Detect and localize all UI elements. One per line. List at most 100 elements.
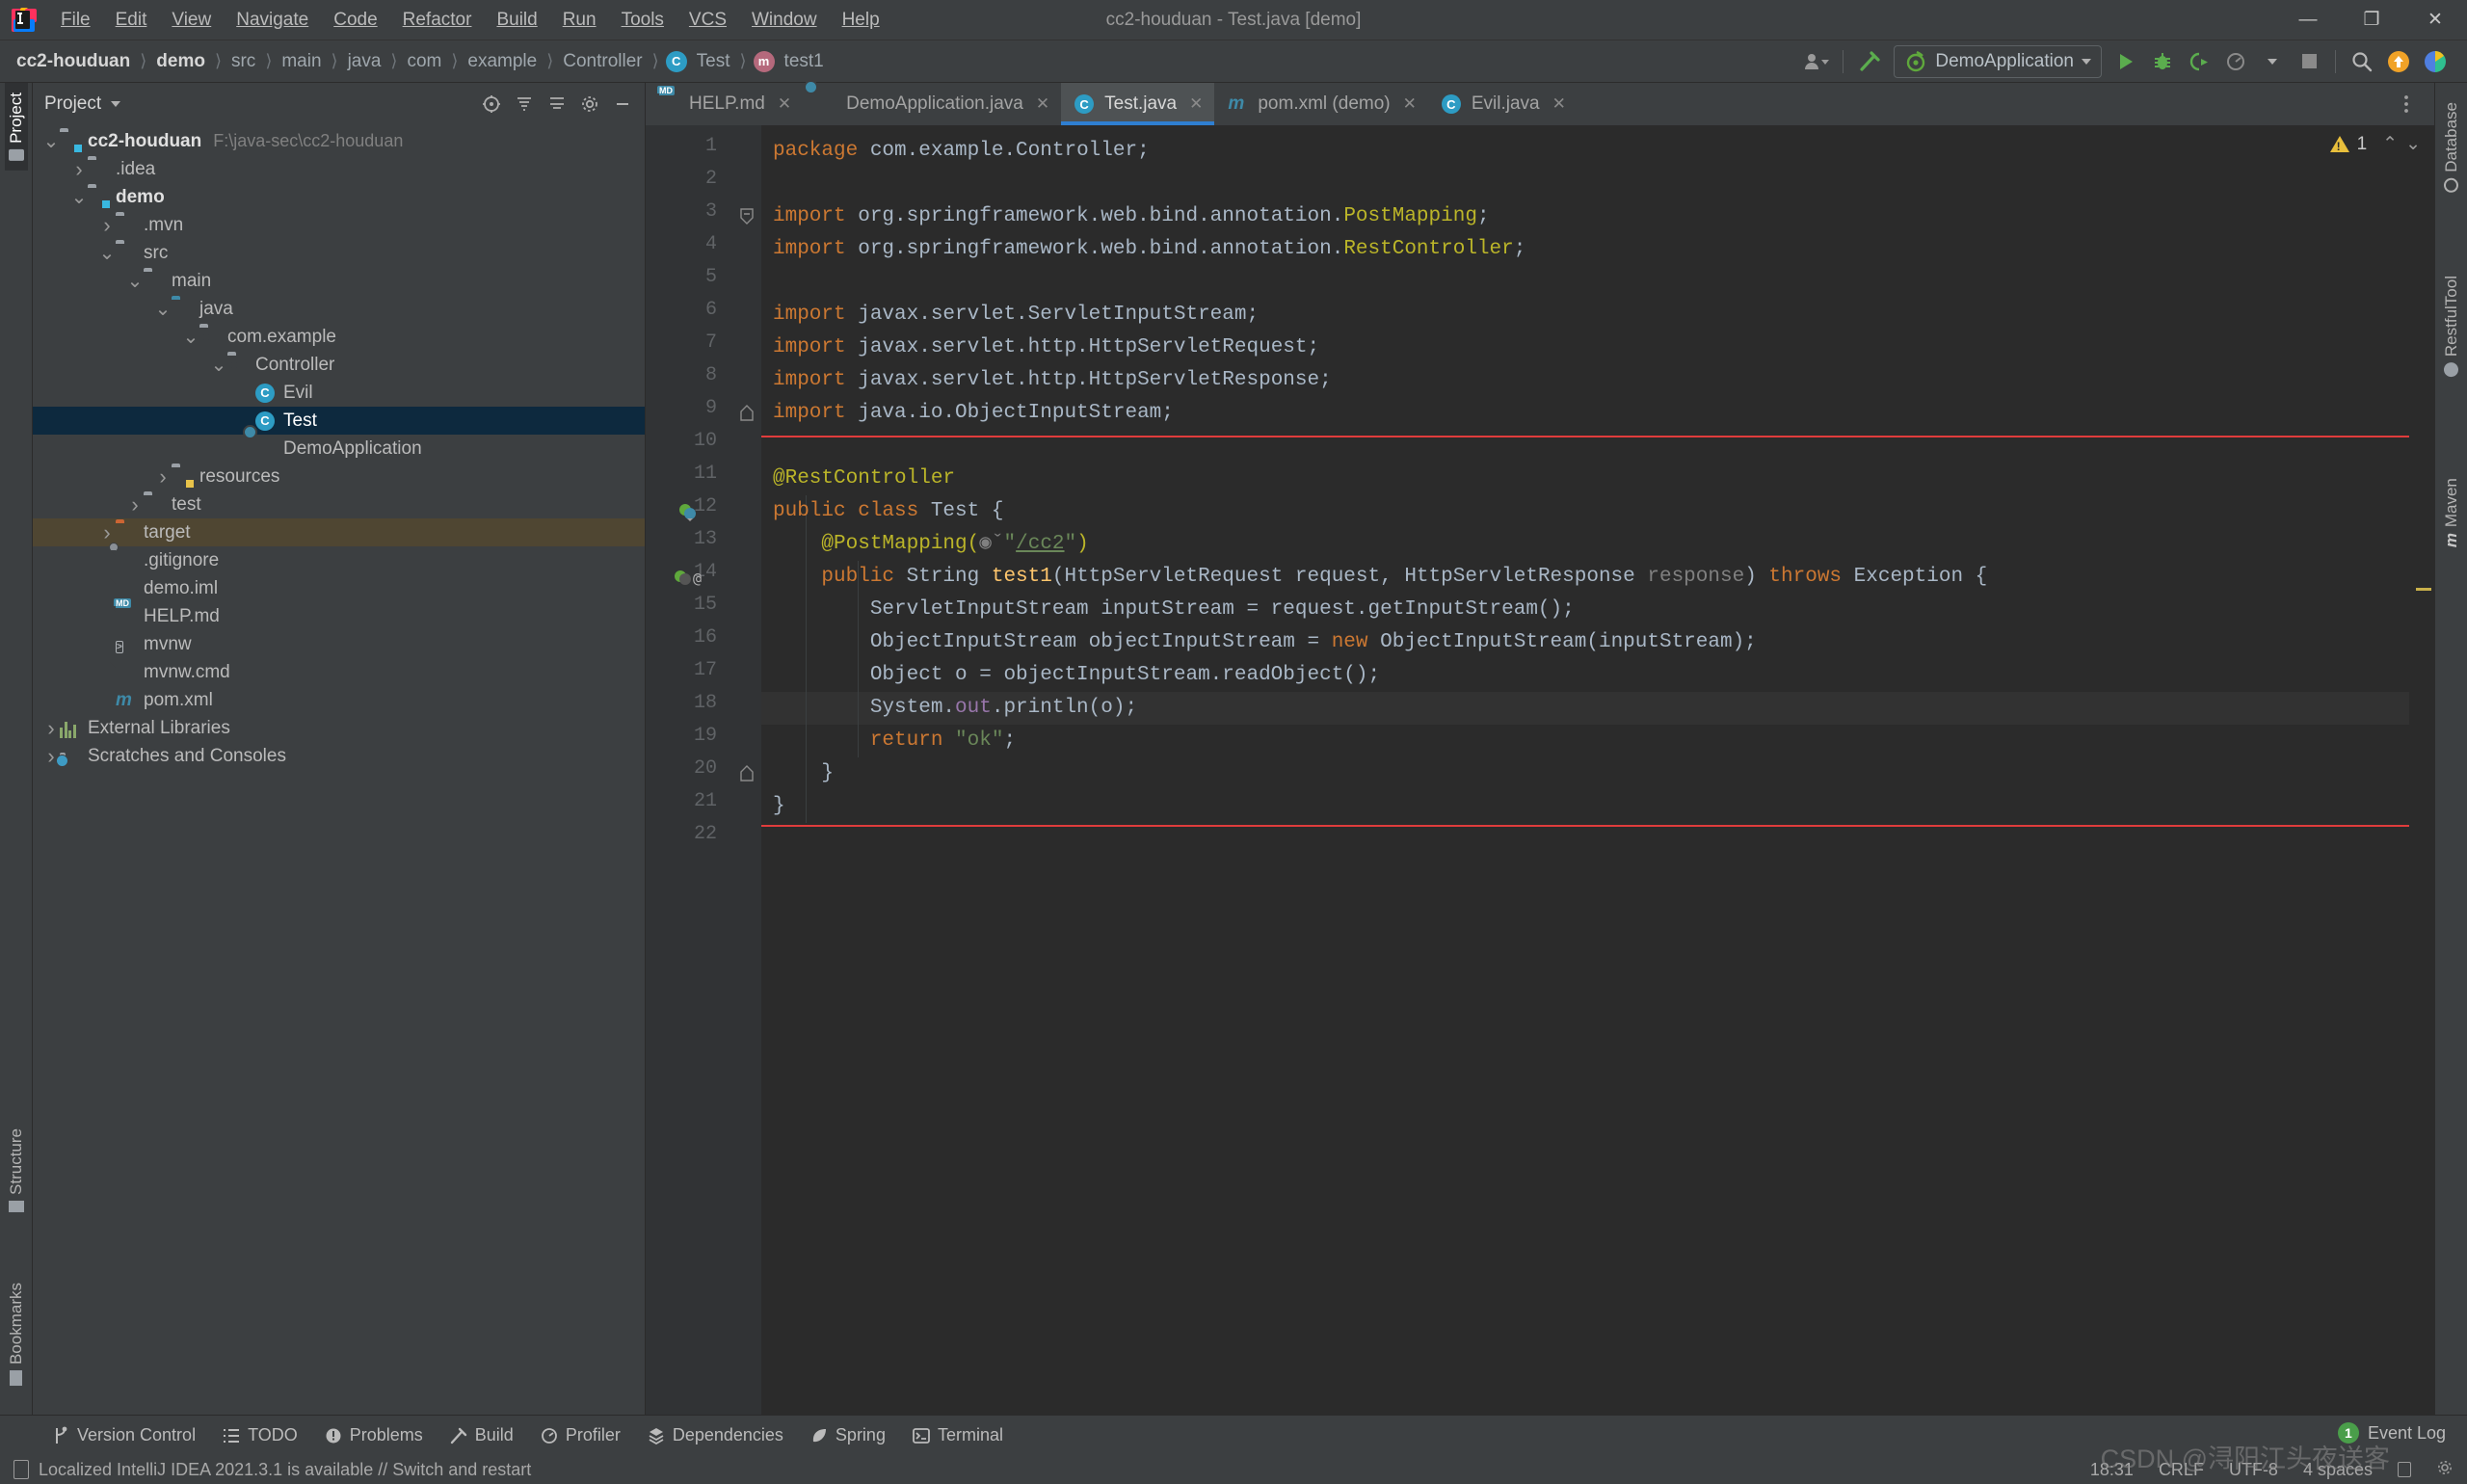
tree-node-test[interactable]: C Test xyxy=(33,407,645,435)
endpoint-icon[interactable]: @ xyxy=(673,568,705,592)
chevron-right-icon[interactable]: › xyxy=(98,213,116,238)
close-icon[interactable]: ✕ xyxy=(1189,94,1203,114)
settings-gear-icon[interactable] xyxy=(575,91,604,118)
status-line-separator[interactable]: CRLF xyxy=(2159,1460,2204,1480)
tree-node-help-md[interactable]: MD HELP.md xyxy=(33,597,645,630)
status-encoding[interactable]: UTF-8 xyxy=(2229,1460,2278,1480)
breadcrumb-item-controller[interactable]: Controller xyxy=(560,49,645,74)
sidebar-item-restfultool[interactable]: RestfulTool xyxy=(2440,266,2463,386)
code-line[interactable]: } xyxy=(773,757,834,790)
tree-node-controller[interactable]: ⌄ Controller xyxy=(33,351,645,379)
close-icon[interactable]: ✕ xyxy=(778,94,791,114)
chevron-right-icon[interactable]: › xyxy=(154,464,172,490)
tool-window-terminal[interactable]: Terminal xyxy=(899,1421,1017,1449)
tree-node-main[interactable]: ⌄ main xyxy=(33,267,645,295)
code-line[interactable]: @RestController xyxy=(773,463,955,495)
code-fold-icon[interactable] xyxy=(740,405,756,421)
tree-node-mvnw[interactable]: > mvnw xyxy=(33,630,645,658)
chevron-right-icon[interactable]: › xyxy=(70,157,88,182)
project-tree[interactable]: ⌄ cc2-houduan F:\java-sec\cc2-houduan › .ide… xyxy=(33,125,645,1415)
code-line[interactable]: public String test1(HttpServletRequest r… xyxy=(773,561,1987,594)
tree-node-mvnw-cmd[interactable]: mvnw.cmd xyxy=(33,658,645,686)
tree-node-cc2-houduan[interactable]: ⌄ cc2-houduan F:\java-sec\cc2-houduan xyxy=(33,127,645,155)
code-line[interactable]: System.out.println(o); xyxy=(773,692,1137,725)
spring-bean-icon[interactable] xyxy=(676,502,705,526)
breadcrumb-item-main[interactable]: main xyxy=(279,49,324,74)
inspection-status[interactable]: 1 ⌃ ⌄ xyxy=(2329,133,2421,155)
search-everywhere-icon[interactable] xyxy=(2344,45,2380,78)
chevron-down-icon[interactable]: ⌄ xyxy=(98,244,116,263)
sidebar-item-maven[interactable]: m Maven xyxy=(2440,468,2463,557)
tree-node-src[interactable]: ⌄ src xyxy=(33,239,645,267)
menu-build[interactable]: Build xyxy=(484,6,549,35)
editor-tab-help-md[interactable]: MD HELP.md ✕ xyxy=(646,83,803,125)
editor-tab-evil-java[interactable]: C Evil.java ✕ xyxy=(1428,83,1578,125)
tree-node-evil[interactable]: C Evil xyxy=(33,379,645,407)
code-line[interactable]: package com.example.Controller; xyxy=(773,135,1150,168)
menu-bar[interactable]: File Edit View Navigate Code Refactor Bu… xyxy=(48,6,892,35)
tree-node-pom-xml[interactable]: m pom.xml xyxy=(33,686,645,714)
chevron-down-icon[interactable] xyxy=(111,101,121,107)
menu-help[interactable]: Help xyxy=(830,6,892,35)
code-line[interactable]: import javax.servlet.http.HttpServletRes… xyxy=(773,364,1332,397)
tree-node-target[interactable]: › target xyxy=(33,518,645,546)
code-line[interactable]: @PostMapping(◉ˇ"/cc2") xyxy=(773,528,1088,561)
select-opened-file-icon[interactable] xyxy=(477,91,506,118)
sidebar-item-bookmarks[interactable]: Bookmarks xyxy=(5,1273,28,1395)
breadcrumb-item-demo[interactable]: demo xyxy=(153,49,208,74)
user-settings-icon[interactable] xyxy=(1798,45,1835,78)
chevron-right-icon[interactable]: › xyxy=(98,520,116,545)
profiler-icon[interactable] xyxy=(2217,45,2254,78)
editor-tab-bar[interactable]: MD HELP.md ✕ DemoApplication.java ✕ C Test.jav… xyxy=(646,83,2434,125)
maximize-button[interactable]: ❐ xyxy=(2340,0,2403,40)
code-line[interactable]: } xyxy=(773,790,785,823)
code-line[interactable]: import org.springframework.web.bind.anno… xyxy=(773,233,1525,266)
sidebar-item-structure[interactable]: Structure xyxy=(5,1119,28,1222)
code-line[interactable]: import javax.servlet.ServletInputStream; xyxy=(773,299,1259,331)
menu-run[interactable]: Run xyxy=(550,6,609,35)
code-line[interactable]: public class Test { xyxy=(773,495,1003,528)
chevron-down-icon[interactable]: ⌄ xyxy=(182,328,199,347)
tool-window-problems[interactable]: Problems xyxy=(311,1421,437,1449)
code-line[interactable]: import java.io.ObjectInputStream; xyxy=(773,397,1174,430)
breadcrumb-item-project[interactable]: cc2-houduan xyxy=(13,49,133,74)
tool-window-version-control[interactable]: Version Control xyxy=(39,1421,209,1449)
status-indent[interactable]: 4 spaces xyxy=(2303,1460,2373,1480)
code-fold-icon[interactable] xyxy=(740,765,756,782)
menu-edit[interactable]: Edit xyxy=(103,6,160,35)
editor-gutter[interactable]: 1 2 3 4 5 6 7 8 9 10 11 12 13 14 @15 16 17 18 19 20 21 22 xyxy=(646,125,761,1415)
tree-node-java[interactable]: ⌄ java xyxy=(33,295,645,323)
tool-window-profiler[interactable]: Profiler xyxy=(527,1421,634,1449)
next-problem-icon[interactable]: ⌄ xyxy=(2405,133,2421,155)
tree-node-test[interactable]: › test xyxy=(33,490,645,518)
breadcrumb-item-test1[interactable]: test1 xyxy=(782,49,827,74)
tool-window-spring[interactable]: Spring xyxy=(797,1421,899,1449)
run-configuration-selector[interactable]: DemoApplication xyxy=(1894,44,2102,78)
code-line[interactable]: ServletInputStream inputStream = request… xyxy=(773,594,1575,626)
read-only-lock-icon[interactable] xyxy=(2398,1462,2411,1477)
menu-file[interactable]: File xyxy=(48,6,103,35)
chevron-down-icon[interactable]: ⌄ xyxy=(126,272,144,291)
chevron-down-icon[interactable]: ⌄ xyxy=(42,132,60,151)
code-line[interactable]: return "ok"; xyxy=(773,725,1016,757)
debug-icon[interactable] xyxy=(2144,45,2181,78)
code-line[interactable]: import javax.servlet.http.HttpServletReq… xyxy=(773,331,1319,364)
tree-node--idea[interactable]: › .idea xyxy=(33,155,645,183)
menu-code[interactable]: Code xyxy=(321,6,389,35)
tree-node-demo[interactable]: ⌄ demo xyxy=(33,183,645,211)
menu-refactor[interactable]: Refactor xyxy=(390,6,485,35)
editor-tab-test-java[interactable]: C Test.java ✕ xyxy=(1061,83,1215,125)
code-editor[interactable]: 1 2 3 4 5 6 7 8 9 10 11 12 13 14 @15 16 17 18 19 20 21 22 pac… xyxy=(646,125,2434,1415)
chevron-right-icon[interactable]: › xyxy=(42,716,60,741)
run-icon[interactable] xyxy=(2108,45,2144,78)
sidebar-item-project[interactable]: Project xyxy=(4,83,28,171)
warning-marker[interactable] xyxy=(2416,588,2431,591)
sidebar-item-database[interactable]: Database xyxy=(2440,93,2463,202)
chevron-down-icon[interactable]: ⌄ xyxy=(210,356,227,375)
tool-window-todo[interactable]: TODO xyxy=(209,1421,311,1449)
editor-options-icon[interactable] xyxy=(2388,88,2425,120)
prev-problem-icon[interactable]: ⌃ xyxy=(2382,133,2398,155)
menu-vcs[interactable]: VCS xyxy=(676,6,739,35)
code-fold-icon[interactable] xyxy=(740,208,756,225)
event-log-button[interactable]: 1 Event Log xyxy=(2337,1422,2446,1444)
